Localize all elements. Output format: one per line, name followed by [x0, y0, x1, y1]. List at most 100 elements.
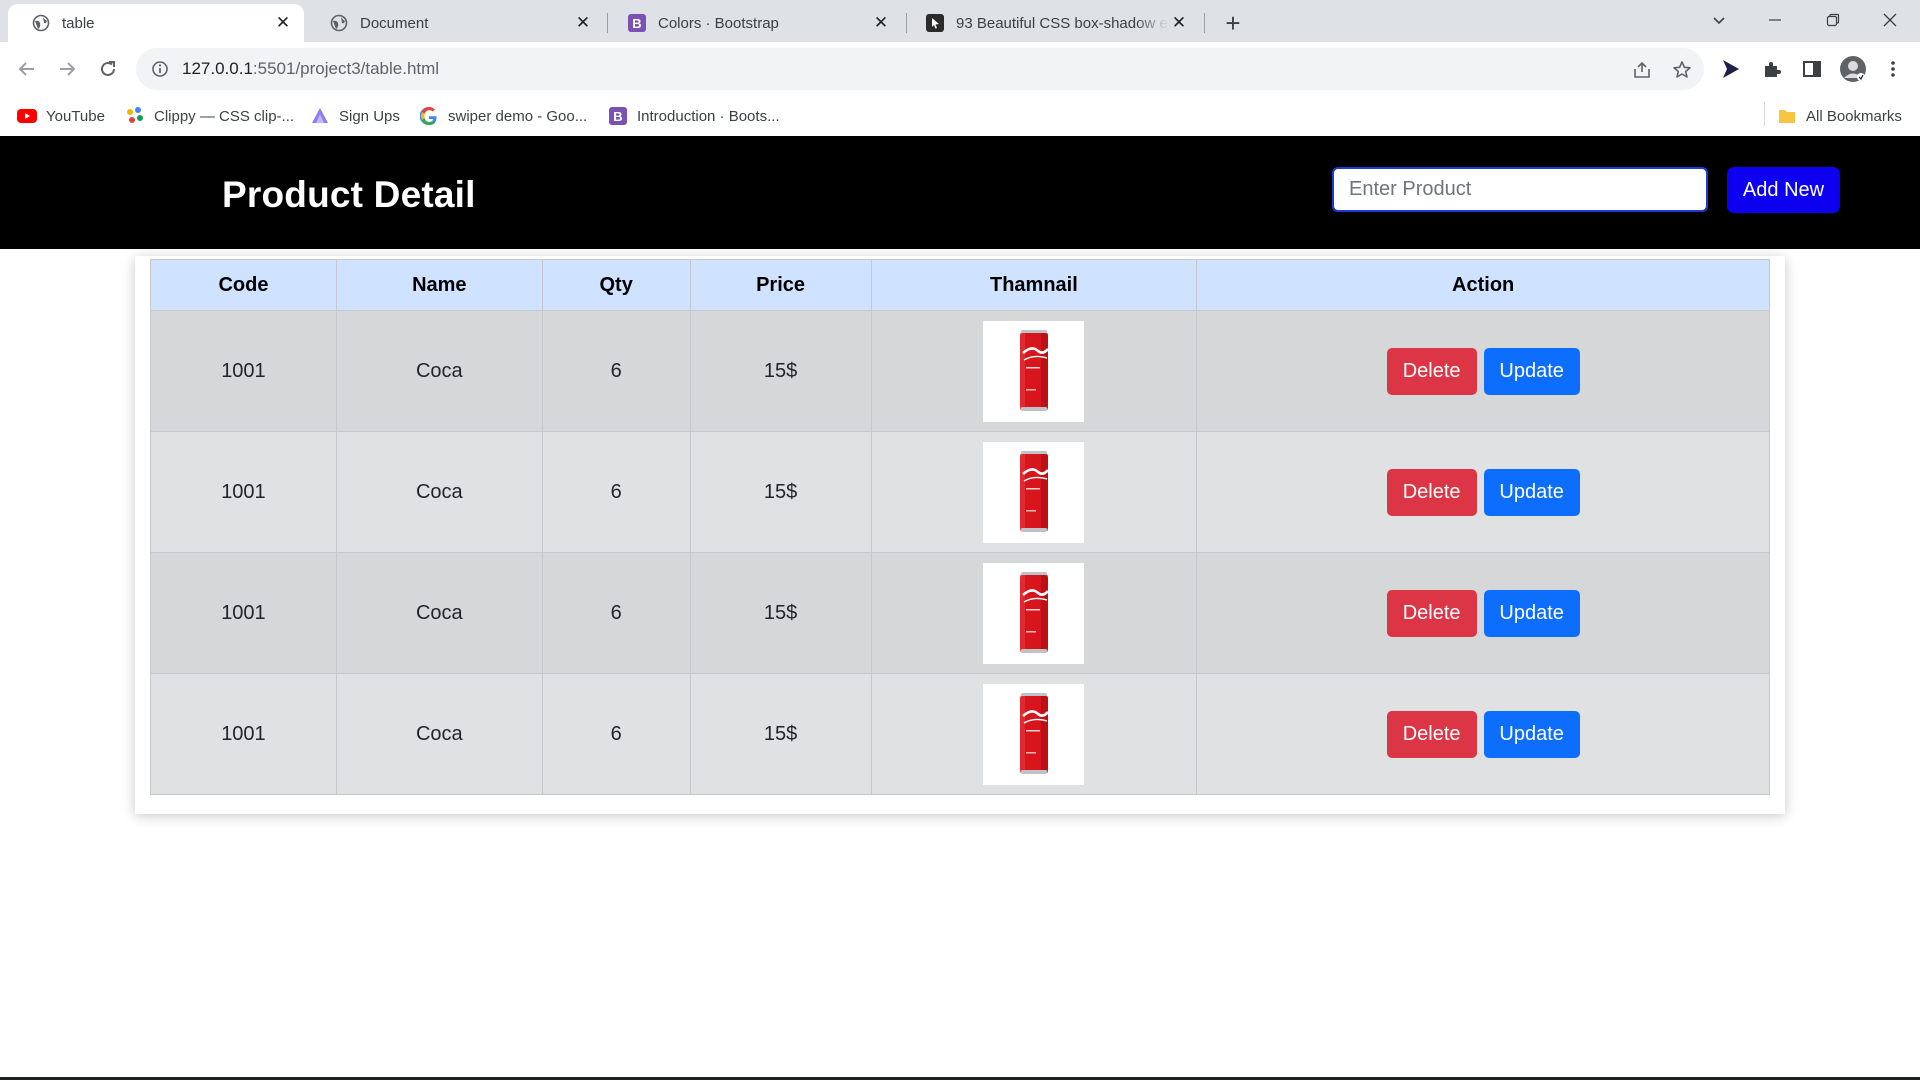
close-tab-icon[interactable]: ✕	[870, 12, 892, 34]
all-bookmarks[interactable]: All Bookmarks	[1777, 104, 1902, 128]
bookmark-sign-ups[interactable]: Sign Ups	[310, 104, 400, 128]
update-button[interactable]: Update	[1483, 468, 1580, 516]
clippy-icon	[125, 106, 145, 126]
tab-table[interactable]: table ✕	[8, 4, 304, 42]
row-actions: Delete Update	[1197, 710, 1769, 758]
cursor-app-icon	[926, 14, 944, 32]
svg-text:B: B	[613, 109, 622, 124]
bookmark-youtube[interactable]: YouTube	[17, 104, 105, 128]
cell-thumbnail	[870, 673, 1198, 795]
column-header-code: Code	[150, 259, 337, 311]
bookmark-label: YouTube	[46, 107, 105, 125]
folder-icon	[1777, 106, 1797, 126]
bootstrap-icon: B	[628, 14, 646, 32]
back-arrow-icon[interactable]	[11, 53, 43, 85]
cell-code: 1001	[150, 673, 337, 795]
restore-icon[interactable]	[1811, 4, 1855, 36]
bookmark-introduction-bootstrap[interactable]: B Introduction · Boots...	[608, 104, 780, 128]
bookmarks-bar: YouTube Clippy — CSS clip-... Sign Ups s…	[0, 96, 1920, 136]
bookmark-swiper-demo[interactable]: swiper demo - Goo...	[419, 104, 587, 128]
cell-thumbnail	[870, 552, 1198, 674]
youtube-icon	[17, 106, 37, 126]
delete-button[interactable]: Delete	[1386, 710, 1477, 758]
cell-action: Delete Update	[1196, 552, 1770, 674]
product-thumbnail-image	[983, 320, 1085, 422]
product-thumbnail-image	[983, 562, 1085, 664]
cell-price: 15$	[689, 310, 872, 432]
bookmark-label: Clippy — CSS clip-...	[154, 107, 295, 125]
new-tab-plus-icon[interactable]: +	[1218, 8, 1248, 38]
side-panel-icon[interactable]	[1799, 56, 1825, 82]
close-window-icon[interactable]	[1868, 4, 1912, 36]
tab-search-chevron-icon[interactable]	[1697, 4, 1741, 36]
column-header-name: Name	[335, 259, 543, 311]
cell-price: 15$	[689, 552, 872, 674]
tab-title: Document	[360, 14, 429, 32]
column-header-thumbnail: Thamnail	[870, 259, 1198, 311]
delete-button[interactable]: Delete	[1386, 589, 1477, 637]
soda-can-icon	[1019, 693, 1049, 774]
row-actions: Delete Update	[1197, 347, 1769, 395]
cell-price: 15$	[689, 673, 872, 795]
site-info-icon[interactable]	[150, 59, 170, 79]
cell-code: 1001	[150, 310, 337, 432]
cell-code: 1001	[150, 431, 337, 553]
cell-thumbnail	[870, 431, 1198, 553]
delete-button[interactable]: Delete	[1386, 347, 1477, 395]
bookmark-label: swiper demo - Goo...	[448, 107, 588, 125]
profile-avatar-icon[interactable]	[1838, 54, 1868, 84]
delete-button[interactable]: Delete	[1386, 468, 1477, 516]
table-row: 1001 Coca 6 15$ Delete Update	[150, 431, 1770, 553]
bookmark-star-icon[interactable]	[1670, 58, 1694, 82]
more-menu-icon[interactable]	[1880, 56, 1906, 82]
minimize-icon[interactable]	[1753, 4, 1797, 36]
send-arrow-icon[interactable]	[1718, 56, 1744, 82]
tab-document[interactable]: Document ✕	[306, 4, 604, 42]
close-tab-icon[interactable]: ✕	[572, 12, 594, 34]
page-title: Product Detail	[222, 174, 476, 215]
bookmark-label: Introduction · Boots...	[637, 107, 780, 125]
globe-icon	[330, 14, 348, 32]
bookmark-label: Sign Ups	[339, 107, 400, 125]
url-host: 127.0.0.1	[182, 59, 253, 78]
url-text: 127.0.0.1:5501/project3/table.html	[182, 59, 439, 79]
update-button[interactable]: Update	[1483, 589, 1580, 637]
cell-thumbnail	[870, 310, 1198, 432]
update-button[interactable]: Update	[1483, 347, 1580, 395]
table-row: 1001 Coca 6 15$ Delete Update	[150, 552, 1770, 674]
soda-can-icon	[1019, 451, 1049, 532]
table-row: 1001 Coca 6 15$ Delete Update	[150, 310, 1770, 432]
cell-name: Coca	[335, 552, 543, 674]
cell-name: Coca	[335, 431, 543, 553]
signups-icon	[310, 106, 330, 126]
address-bar[interactable]: 127.0.0.1:5501/project3/table.html	[136, 48, 1704, 90]
cell-price: 15$	[689, 431, 872, 553]
table-card: Code Name Qty Price Thamnail Action 1001…	[135, 256, 1785, 814]
share-icon[interactable]	[1630, 58, 1654, 82]
tab-title: 93 Beautiful CSS box-shadow ex	[956, 14, 1168, 32]
tab-box-shadow[interactable]: 93 Beautiful CSS box-shadow ex ✕	[902, 4, 1200, 42]
globe-icon	[32, 14, 50, 32]
update-button[interactable]: Update	[1483, 710, 1580, 758]
table-header-row: Code Name Qty Price Thamnail Action	[150, 259, 1770, 311]
product-table: Code Name Qty Price Thamnail Action 1001…	[150, 259, 1770, 795]
add-new-button[interactable]: Add New	[1727, 167, 1840, 213]
bootstrap-icon: B	[608, 106, 628, 126]
tab-separator	[1204, 13, 1205, 33]
page-header: Product Detail Add New	[0, 136, 1920, 249]
cell-qty: 6	[541, 310, 691, 432]
cell-action: Delete Update	[1196, 431, 1770, 553]
close-tab-icon[interactable]: ✕	[272, 12, 294, 34]
forward-arrow-icon[interactable]	[51, 53, 83, 85]
url-path: :5501/project3/table.html	[252, 59, 440, 78]
bookmark-clippy[interactable]: Clippy — CSS clip-...	[125, 104, 294, 128]
tab-colors-bootstrap[interactable]: B Colors · Bootstrap ✕	[604, 4, 902, 42]
bookmarks-divider	[1764, 102, 1765, 126]
extensions-puzzle-icon[interactable]	[1759, 56, 1785, 82]
cell-code: 1001	[150, 552, 337, 674]
row-actions: Delete Update	[1197, 468, 1769, 516]
cell-name: Coca	[335, 673, 543, 795]
close-tab-icon[interactable]: ✕	[1168, 12, 1190, 34]
product-input[interactable]	[1332, 167, 1708, 212]
reload-icon[interactable]	[92, 53, 124, 85]
